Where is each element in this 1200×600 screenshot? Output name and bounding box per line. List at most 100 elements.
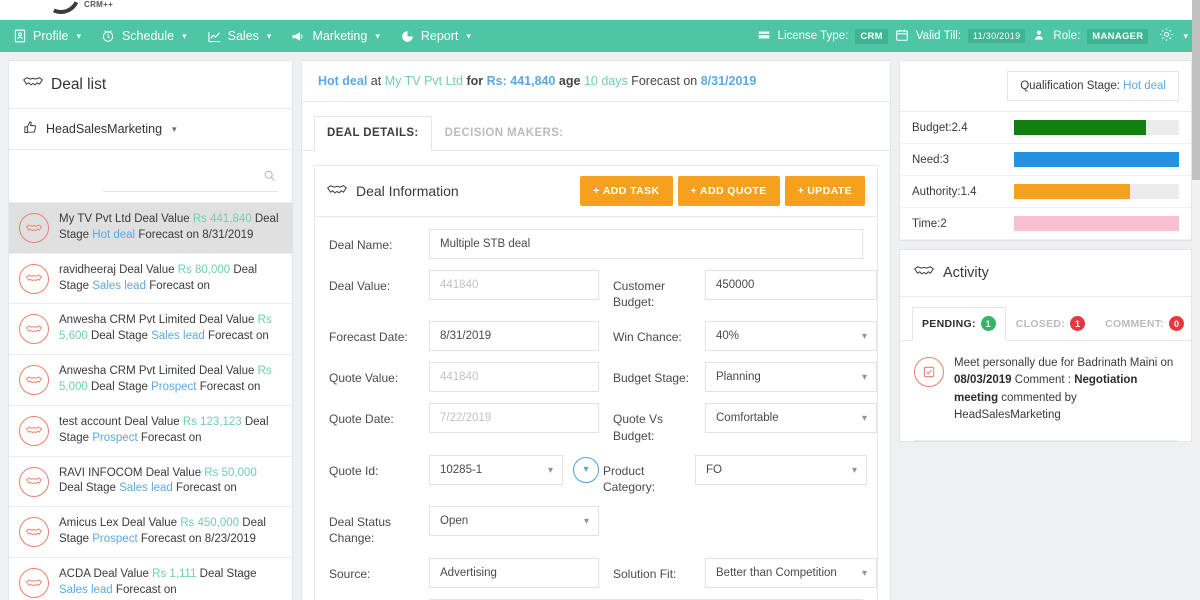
update-button[interactable]: + UPDATE: [784, 176, 865, 206]
nav-item-marketing[interactable]: Marketing ▾: [291, 29, 380, 44]
customer-budget-input[interactable]: [705, 270, 877, 300]
logo-arc-icon: [36, 0, 86, 20]
clock-icon: [101, 29, 116, 44]
quote-id-select[interactable]: 10285-1 ▾: [429, 454, 563, 485]
nav-item-profile[interactable]: Profile ▾: [12, 29, 81, 44]
deal-list[interactable]: My TV Pvt Ltd Deal Value Rs 441,840 Deal…: [9, 202, 292, 600]
valid-till-value: 11/30/2019: [968, 29, 1026, 43]
solution-fit-select[interactable]: Better than Competition ▾: [705, 557, 877, 588]
deal-list-item[interactable]: My TV Pvt Ltd Deal Value Rs 441,840 Deal…: [9, 202, 292, 253]
deal-value-label: Deal Value: [134, 213, 190, 225]
brand-logo[interactable]: CRM++: [36, 0, 113, 20]
chevron-down-icon: ▾: [172, 123, 177, 134]
deal-value-label: Deal Value: [93, 568, 149, 581]
deal-name-input[interactable]: [429, 229, 863, 259]
field-row-forecast-date: Forecast Date: Win Chance: 40% ▾: [329, 321, 877, 352]
banner-for: for: [466, 74, 484, 88]
quote-date-input[interactable]: [429, 403, 599, 434]
activity-divider: [914, 440, 1177, 441]
bant-label: Authority:1.4: [912, 185, 977, 198]
quote-id-expand-button[interactable]: ▾: [573, 456, 599, 483]
deal-list-item-text: ravidheeraj Deal Value Rs 80,000 Deal St…: [59, 263, 280, 295]
nav-label-sales: Sales: [227, 29, 259, 43]
activity-tab[interactable]: COMMENT: 0: [1095, 307, 1195, 341]
bant-bar-fill: [1014, 152, 1179, 167]
deal-company: Amicus Lex: [59, 517, 119, 530]
activity-tab[interactable]: CLOSED: 1: [1005, 307, 1096, 341]
deal-list-item[interactable]: ACDA Deal Value Rs 1,111 Deal Stage Sale…: [9, 557, 292, 600]
deal-forecast-date: 8/31/2019: [202, 228, 254, 241]
page-scrollbar-thumb[interactable]: [1192, 0, 1200, 180]
tab-decision-makers[interactable]: DECISION MAKERS:: [431, 116, 577, 151]
add-task-button[interactable]: + ADD TASK: [580, 176, 673, 206]
deal-value: Rs 1,111: [152, 568, 197, 581]
deal-value-label: Deal Value: [119, 263, 175, 276]
deal-status-label: Deal Status Change:: [329, 515, 392, 546]
qualification-panel: Qualification Stage: Hot deal Budget:2.4…: [899, 60, 1192, 241]
deal-list-item[interactable]: Amicus Lex Deal Value Rs 450,000 Deal St…: [9, 506, 292, 557]
deal-list-item[interactable]: RAVI INFOCOM Deal Value Rs 50,000 Deal S…: [9, 455, 292, 507]
handshake-icon: [19, 415, 49, 446]
deal-status-select[interactable]: Open ▾: [429, 506, 599, 537]
settings-chevron-down-icon[interactable]: ▾: [1183, 31, 1188, 42]
pie-chart-icon: [400, 29, 415, 44]
page-scrollbar-track[interactable]: [1192, 0, 1200, 600]
product-category-select[interactable]: FO ▾: [695, 454, 867, 485]
nav-item-schedule[interactable]: Schedule ▾: [101, 29, 187, 44]
deal-list-item[interactable]: Anwesha CRM Pvt Limited Deal Value Rs 5,…: [9, 354, 292, 405]
win-chance-select[interactable]: 40% ▾: [705, 321, 877, 352]
search-input[interactable]: [103, 166, 278, 191]
banner-forecast-date: 8/31/2019: [700, 74, 757, 88]
source-field-wrap: [429, 557, 599, 588]
activity-lead: Meet personally due for Badrinath Maini …: [954, 357, 1174, 369]
deal-list-item[interactable]: test account Deal Value Rs 123,123 Deal …: [9, 404, 292, 456]
deal-information-header: Deal Information + ADD TASK + ADD QUOTE + U…: [315, 166, 877, 217]
nav-label-report: Report: [420, 29, 459, 43]
source-input[interactable]: [429, 557, 599, 588]
handshake-icon: [19, 314, 49, 345]
profile-icon: [12, 29, 27, 44]
deal-value-input[interactable]: [429, 270, 599, 300]
top-navigation-bar: Profile ▾ Schedule ▾ Sales ▾ Marketing ▾…: [0, 20, 1200, 52]
activity-item[interactable]: Meet personally due for Badrinath Maini …: [900, 341, 1191, 440]
nav-item-report[interactable]: Report ▾: [400, 29, 471, 44]
deal-list-panel: Deal list HeadSalesMarketing ▾ My TV Pvt…: [8, 60, 293, 600]
deal-value-label: Deal Value: [124, 415, 180, 428]
budget-stage-field-wrap: Planning ▾: [705, 362, 877, 393]
owner-selector[interactable]: HeadSalesMarketing ▾: [9, 109, 292, 150]
nav-item-sales[interactable]: Sales ▾: [207, 29, 272, 44]
deal-forecast-label: Forecast on: [149, 279, 210, 292]
deal-list-item[interactable]: ravidheeraj Deal Value Rs 80,000 Deal St…: [9, 252, 292, 304]
user-icon: [1032, 28, 1046, 45]
deal-value: Rs 123,123: [182, 415, 242, 428]
deal-list-item[interactable]: Anwesha CRM Pvt Limited Deal Value Rs 5,…: [9, 303, 292, 354]
search-box[interactable]: [103, 166, 278, 192]
deal-name-label: Deal Name:: [329, 238, 393, 252]
search-icon[interactable]: [263, 169, 276, 187]
chevron-down-icon: ▾: [76, 30, 81, 41]
forecast-date-input[interactable]: [429, 321, 599, 352]
chevron-down-icon: ▾: [861, 331, 867, 343]
gear-icon[interactable]: [1159, 27, 1174, 45]
activity-tab[interactable]: PENDING: 1: [912, 307, 1006, 341]
megaphone-icon: [291, 29, 306, 44]
quote-vs-budget-select[interactable]: Comfortable ▾: [705, 403, 877, 434]
tab-deal-details[interactable]: DEAL DETAILS:: [314, 116, 432, 151]
product-category-value: FO: [706, 463, 722, 476]
quote-vs-budget-field-wrap: Comfortable ▾: [705, 403, 877, 434]
activity-tabs: PENDING: 1 CLOSED: 1 COMMENT: 0: [900, 297, 1195, 341]
forecast-date-label: Forecast Date:: [329, 330, 408, 345]
quote-id-value: 10285-1: [440, 463, 483, 476]
deal-stage-label: Deal Stage: [90, 330, 148, 343]
deal-stage: Prospect: [151, 381, 197, 394]
chevron-down-icon: ▾: [266, 30, 272, 41]
handshake-icon: [19, 568, 49, 599]
chevron-down-icon: ▾: [583, 516, 589, 528]
budget-stage-select[interactable]: Planning ▾: [705, 362, 877, 393]
quote-value-input[interactable]: [429, 362, 599, 393]
deal-company: RAVI INFOCOM: [59, 466, 143, 479]
deal-stage-label: Deal Stage: [90, 381, 148, 394]
add-quote-button[interactable]: + ADD QUOTE: [677, 176, 780, 206]
quote-id-label: Quote Id:: [329, 463, 379, 478]
activity-text: Meet personally due for Badrinath Maini …: [954, 355, 1177, 424]
